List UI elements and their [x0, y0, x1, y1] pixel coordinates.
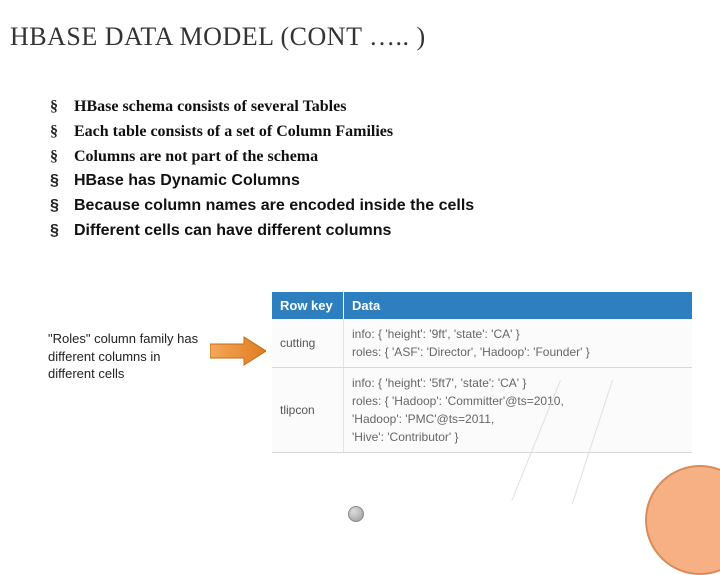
decorative-circle — [645, 465, 720, 575]
data-line: roles: { 'ASF': 'Director', 'Hadoop': 'F… — [352, 343, 684, 361]
decorative-dot — [348, 506, 364, 522]
data-line: 'Hive': 'Contributor' } — [352, 428, 684, 446]
table-header-cell: Data — [344, 292, 692, 319]
data-cell: info: { 'height': '9ft', 'state': 'CA' }… — [344, 319, 692, 367]
table-row: tlipcon info: { 'height': '5ft7', 'state… — [272, 368, 692, 453]
data-line: info: { 'height': '5ft7', 'state': 'CA' … — [352, 374, 684, 392]
table-header-cell: Row key — [272, 292, 344, 319]
bullet-item: Different cells can have different colum… — [50, 219, 640, 244]
data-line: roles: { 'Hadoop': 'Committer'@ts=2010, — [352, 392, 684, 410]
table-row: cutting info: { 'height': '9ft', 'state'… — [272, 319, 692, 368]
bullet-item: HBase has Dynamic Columns — [50, 169, 640, 194]
bullet-item: Because column names are encoded inside … — [50, 194, 640, 219]
slide-title: HBASE DATA MODEL (CONT ….. ) — [10, 22, 426, 52]
data-line: 'Hadoop': 'PMC'@ts=2011, — [352, 410, 684, 428]
figure-caption: "Roles" column family has different colu… — [48, 330, 208, 383]
bullet-item: Columns are not part of the schema — [50, 145, 640, 170]
rowkey-cell: tlipcon — [272, 368, 344, 452]
rowkey-cell: cutting — [272, 319, 344, 367]
data-line: info: { 'height': '9ft', 'state': 'CA' } — [352, 325, 684, 343]
bullet-item: Each table consists of a set of Column F… — [50, 120, 640, 145]
data-table: Row key Data cutting info: { 'height': '… — [272, 292, 692, 453]
bullet-item: HBase schema consists of several Tables — [50, 95, 640, 120]
bullet-list: HBase schema consists of several Tables … — [50, 95, 640, 244]
data-cell: info: { 'height': '5ft7', 'state': 'CA' … — [344, 368, 692, 452]
arrow-right-icon — [210, 335, 266, 367]
table-header: Row key Data — [272, 292, 692, 319]
